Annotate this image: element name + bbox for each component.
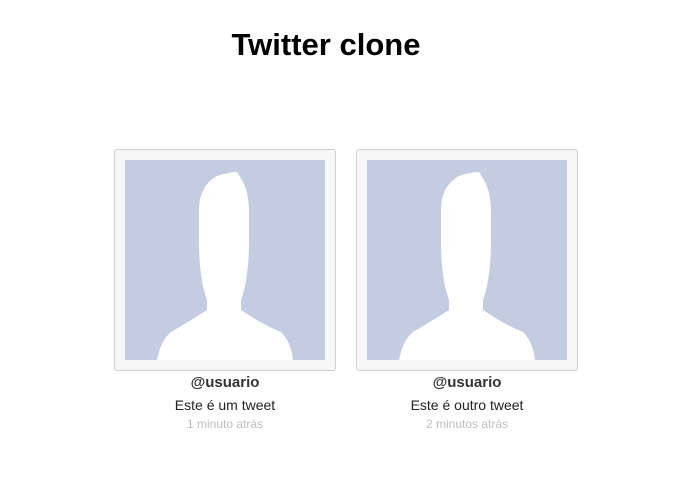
page-title: Twitter clone bbox=[231, 27, 421, 62]
avatar[interactable] bbox=[367, 160, 567, 360]
tweet-username[interactable]: @usuario bbox=[114, 374, 336, 392]
avatar-frame[interactable] bbox=[114, 149, 336, 371]
tweet-text: Este é outro tweet bbox=[410, 397, 524, 413]
avatar-frame[interactable] bbox=[356, 149, 578, 371]
default-profile-silhouette-icon bbox=[399, 172, 535, 360]
tweet-timestamp: 2 minutos atrás bbox=[425, 417, 509, 431]
avatar[interactable] bbox=[125, 160, 325, 360]
tweet-text: Este é um tweet bbox=[174, 397, 276, 413]
tweet-card: @usuario Este é um tweet 1 minuto atrás bbox=[114, 149, 336, 431]
tweet-card: @usuario Este é outro tweet 2 minutos at… bbox=[356, 149, 578, 431]
tweet-timestamp: 1 minuto atrás bbox=[186, 417, 264, 431]
default-profile-silhouette-icon bbox=[157, 172, 293, 360]
tweet-username[interactable]: @usuario bbox=[356, 374, 578, 392]
